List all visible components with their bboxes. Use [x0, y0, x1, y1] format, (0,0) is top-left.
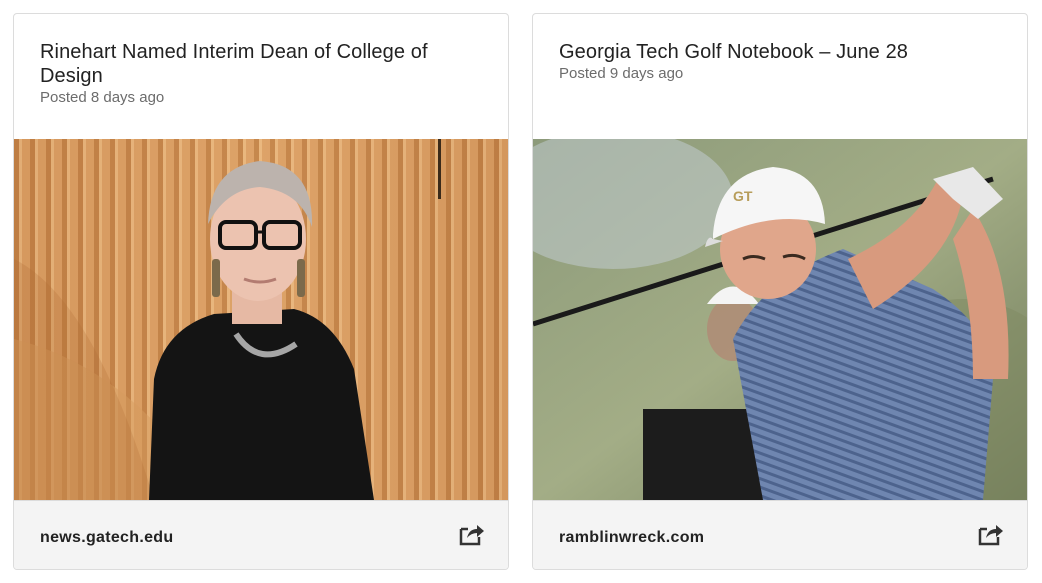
news-card-grid: Rinehart Named Interim Dean of College o…: [0, 0, 1042, 583]
card-source[interactable]: news.gatech.edu: [40, 529, 173, 547]
svg-text:GT: GT: [733, 188, 753, 204]
golfer-photo: GT: [533, 139, 1027, 500]
share-icon[interactable]: [458, 521, 486, 547]
news-card[interactable]: Georgia Tech Golf Notebook – June 28 Pos…: [532, 13, 1028, 570]
card-header: Rinehart Named Interim Dean of College o…: [14, 14, 508, 139]
card-image[interactable]: GT: [533, 139, 1027, 500]
portrait-photo: [14, 139, 508, 500]
card-footer: news.gatech.edu: [14, 500, 508, 569]
news-card[interactable]: Rinehart Named Interim Dean of College o…: [13, 13, 509, 570]
card-title[interactable]: Georgia Tech Golf Notebook – June 28: [559, 40, 1001, 64]
card-posted-time: Posted 9 days ago: [559, 65, 684, 82]
card-posted-time: Posted 8 days ago: [40, 89, 165, 106]
card-image[interactable]: [14, 139, 508, 500]
card-footer: ramblinwreck.com: [533, 500, 1027, 569]
card-header: Georgia Tech Golf Notebook – June 28 Pos…: [533, 14, 1027, 139]
card-title[interactable]: Rinehart Named Interim Dean of College o…: [40, 40, 482, 88]
card-source[interactable]: ramblinwreck.com: [559, 529, 704, 547]
share-icon[interactable]: [977, 521, 1005, 547]
